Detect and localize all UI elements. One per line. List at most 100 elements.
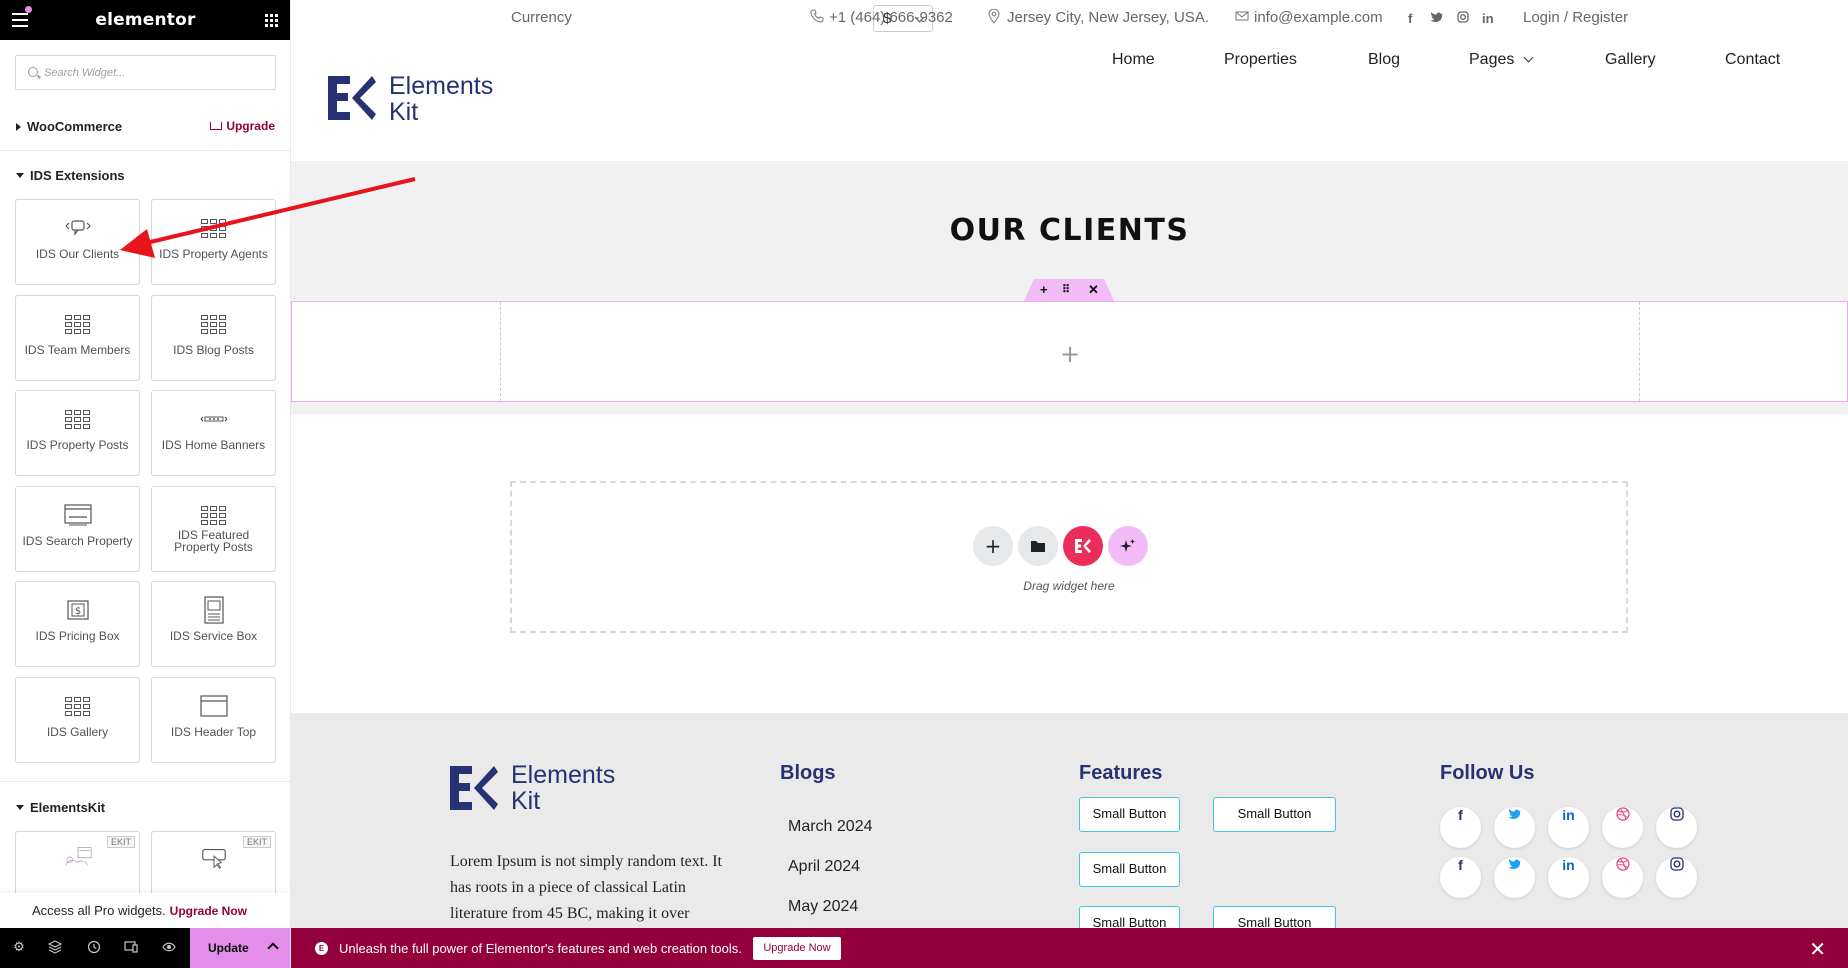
footer-dribbble-icon[interactable] <box>1602 857 1643 898</box>
ekit-badge: EKIT <box>106 836 135 848</box>
widget-ids-property-agents[interactable]: IDS Property Agents <box>151 199 276 285</box>
drag-handle-icon[interactable]: ⠿ <box>1062 283 1070 296</box>
crown-icon <box>210 122 223 130</box>
ai-sparkle-button[interactable] <box>1108 526 1148 566</box>
elementskit-button[interactable] <box>1063 526 1103 566</box>
responsive-icon[interactable] <box>124 940 138 954</box>
footer-linkedin-icon[interactable]: in <box>1548 857 1589 898</box>
grid-icon <box>200 312 228 336</box>
widget-ekit-1[interactable]: EKIT <box>15 831 140 901</box>
ekit-badge: EKIT <box>242 836 271 848</box>
category-ids-extensions[interactable]: IDS Extensions <box>16 168 125 183</box>
add-new-section-button[interactable]: + <box>973 526 1013 566</box>
delete-section-icon[interactable]: ✕ <box>1088 282 1099 298</box>
widget-ids-team-members[interactable]: IDS Team Members <box>15 295 140 381</box>
nav-home[interactable]: Home <box>1112 51 1155 69</box>
grid-icon <box>64 312 92 336</box>
nav-properties[interactable]: Properties <box>1224 51 1297 69</box>
widget-ids-header-top[interactable]: IDS Header Top <box>151 677 276 763</box>
search-widget-field[interactable] <box>15 55 276 90</box>
widget-label: IDS Team Members <box>24 343 131 357</box>
linkedin-icon[interactable]: in <box>1482 11 1494 26</box>
layers-icon[interactable] <box>47 940 63 954</box>
widget-label: IDS Blog Posts <box>173 343 254 357</box>
pro-upgrade-link[interactable]: Upgrade Now <box>170 904 247 918</box>
twitter-icon[interactable] <box>1430 11 1444 26</box>
search-widget-input[interactable] <box>44 56 264 89</box>
browser-icon <box>63 503 92 527</box>
footer-facebook-icon[interactable]: f <box>1440 857 1481 898</box>
email-text[interactable]: info@example.com <box>1254 9 1383 26</box>
widget-label: IDS Property Posts <box>26 438 129 452</box>
footer-logo-icon <box>450 764 498 817</box>
phone-text[interactable]: +1 (464) 666-9362 <box>829 9 953 26</box>
history-icon[interactable] <box>87 940 101 954</box>
widget-ids-property-posts[interactable]: IDS Property Posts <box>15 390 140 476</box>
widget-ids-our-clients[interactable]: IDS Our Clients <box>15 199 140 285</box>
small-button[interactable]: Small Button <box>1079 797 1180 832</box>
chevron-down-icon <box>1523 52 1534 63</box>
footer-twitter-icon[interactable] <box>1494 857 1535 898</box>
section-handle[interactable]: + ⠿ ✕ <box>1024 279 1114 301</box>
footer-linkedin-icon[interactable]: in <box>1548 807 1589 848</box>
widget-ekit-2[interactable]: EKIT <box>151 831 276 901</box>
panel-header: elementor <box>0 0 290 40</box>
instagram-icon[interactable] <box>1457 11 1469 26</box>
small-button[interactable]: Small Button <box>1079 852 1180 887</box>
widget-ids-home-banners[interactable]: IDS Home Banners <box>151 390 276 476</box>
drop-zone[interactable]: + Drag widget here <box>510 481 1628 633</box>
nav-pages[interactable]: Pages <box>1469 51 1534 69</box>
selected-section[interactable]: + <box>291 301 1848 402</box>
widget-label: IDS Gallery <box>46 725 109 739</box>
grid-icon <box>200 503 228 527</box>
footer-twitter-icon[interactable] <box>1494 807 1535 848</box>
widget-ids-blog-posts[interactable]: IDS Blog Posts <box>151 295 276 381</box>
footer-facebook-icon[interactable]: f <box>1440 807 1481 848</box>
phone-icon <box>810 9 824 27</box>
footer-blog-link[interactable]: March 2024 <box>788 818 873 836</box>
widget-label: IDS Home Banners <box>161 438 266 452</box>
nav-blog[interactable]: Blog <box>1368 51 1400 69</box>
widget-label: IDS Pricing Box <box>35 629 120 643</box>
promo-bar: E Unleash the full power of Elementor's … <box>291 928 1848 968</box>
close-icon[interactable]: ✕ <box>1809 937 1826 961</box>
template-library-folder-button[interactable] <box>1018 526 1058 566</box>
widget-label: IDS Property Agents <box>159 247 268 261</box>
footer-blog-link[interactable]: May 2024 <box>788 898 858 916</box>
preview-eye-icon[interactable] <box>162 940 176 954</box>
footer-instagram-icon[interactable] <box>1656 857 1697 898</box>
elementor-logo-icon: E <box>315 942 328 955</box>
nav-contact[interactable]: Contact <box>1725 51 1780 69</box>
login-register-link[interactable]: Login / Register <box>1523 9 1628 26</box>
search-icon <box>28 67 38 77</box>
caret-down-icon <box>16 173 24 178</box>
update-button[interactable]: Update <box>190 928 290 968</box>
small-button[interactable]: Small Button <box>1213 797 1336 832</box>
widget-ids-pricing-box[interactable]: $ IDS Pricing Box <box>15 581 140 667</box>
illustration-icon <box>64 844 92 868</box>
add-widget-plus-icon[interactable]: + <box>1060 340 1080 368</box>
widget-ids-gallery[interactable]: IDS Gallery <box>15 677 140 763</box>
footer-instagram-icon[interactable] <box>1656 807 1697 848</box>
widgets-grid-icon[interactable] <box>265 14 278 27</box>
footer-blog-link[interactable]: April 2024 <box>788 858 860 876</box>
settings-icon[interactable]: ⚙ <box>12 940 26 954</box>
brand-line-2: Kit <box>389 98 419 126</box>
currency-label: Currency <box>511 9 572 26</box>
widget-ids-search-property[interactable]: IDS Search Property <box>15 486 140 572</box>
location-pin-icon <box>988 8 1000 28</box>
chevron-up-icon[interactable] <box>267 942 279 954</box>
category-woocommerce[interactable]: WooCommerce <box>16 119 122 134</box>
add-section-icon[interactable]: + <box>1040 282 1048 297</box>
nav-gallery[interactable]: Gallery <box>1605 51 1656 69</box>
divider <box>0 781 290 782</box>
upgrade-link[interactable]: Upgrade <box>210 119 275 133</box>
promo-upgrade-button[interactable]: Upgrade Now <box>753 937 841 960</box>
category-elementskit[interactable]: ElementsKit <box>16 800 105 815</box>
widget-ids-service-box[interactable]: IDS Service Box <box>151 581 276 667</box>
footer-dribbble-icon[interactable] <box>1602 807 1643 848</box>
facebook-icon[interactable]: f <box>1408 11 1412 26</box>
brand-name[interactable]: Elements Kit <box>389 73 493 125</box>
nav-pages-label: Pages <box>1469 51 1515 68</box>
widget-ids-featured-property-posts[interactable]: IDS Featured Property Posts <box>151 486 276 572</box>
